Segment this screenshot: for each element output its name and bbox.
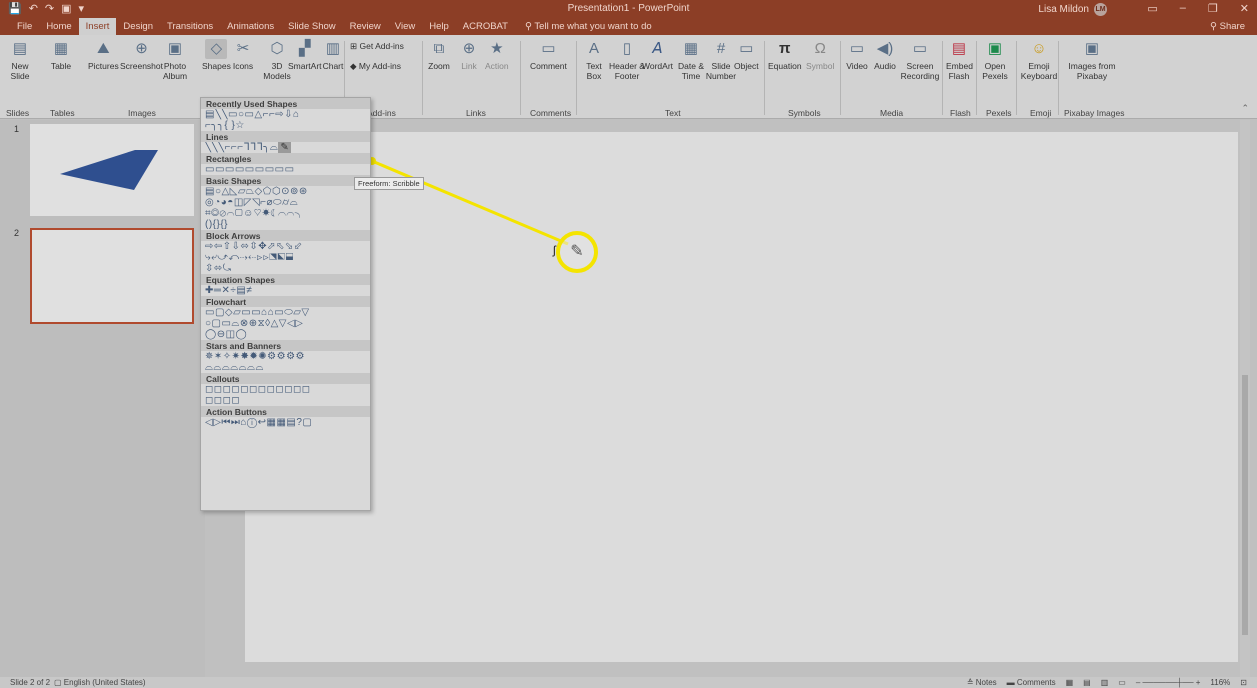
shapes-section-header: Callouts — [201, 373, 370, 384]
shapes-section-header: Basic Shapes — [201, 175, 370, 186]
shape-row[interactable]: ▤╲╲▭○▭△⌐⌐⇨⇩⌂ — [201, 109, 370, 120]
shape-row[interactable]: ⤷⤶⤻⤺⇢⇠⊳⊳⬔⬕⬓ — [201, 252, 370, 263]
shape-row[interactable]: ○▢▭⌓⊗⊕⧖◊△▽◁▷ — [201, 318, 370, 329]
language-indicator[interactable]: ▢ English (United States) — [54, 678, 146, 687]
status-right: ≙ Notes ▬ Comments ▦ ▤ ▥ ▭ – ──────┼── +… — [967, 678, 1247, 687]
slideshow-icon[interactable]: ▭ — [1118, 678, 1126, 687]
shape-row[interactable]: ◯⊖◫◯ — [201, 329, 370, 340]
shape-row[interactable]: ▤○△◺▱⏢◇⬠⬡⊙⊚⊛ — [201, 186, 370, 197]
shape-row[interactable]: ◁▷⏮⏭⌂ⓘ↩▦▦▤?▢ — [201, 417, 370, 428]
reading-view-icon[interactable]: ▥ — [1101, 678, 1109, 687]
highlight-circle: ✎ — [556, 231, 598, 273]
shapes-section-header: Equation Shapes — [201, 274, 370, 285]
freeform-scribble-icon: ✎ — [570, 243, 584, 260]
shapes-section-header: Rectangles — [201, 153, 370, 164]
pencil-cursor-icon: ʃ — [553, 243, 556, 257]
shapes-gallery[interactable]: Recently Used Shapes ▤╲╲▭○▭△⌐⌐⇨⇩⌂ ⌐╮╮{ }☆ L… — [200, 97, 371, 511]
shape-row[interactable]: ╲╲╲⌐⌐⌐ᒣᒣᒣ╮⌓ ✎ — [201, 142, 370, 153]
shape-row[interactable]: ⌗◎⊘⌒▢☺♡☀☾⌒⌒╮ — [201, 208, 370, 219]
shape-row[interactable]: ✵✶✧✷✸✹✺⚙⚙⚙⚙ — [201, 351, 370, 362]
annotation-arrow — [368, 157, 569, 246]
shapes-section-header: Flowchart — [201, 296, 370, 307]
status-bar: Slide 2 of 2 ▢ English (United States) ≙… — [0, 677, 1257, 688]
fit-slide-icon[interactable]: ⊡ — [1240, 678, 1247, 687]
shape-row[interactable]: ◎◔◕◓◫◸◹⌐⌀⬭⌭⌓ — [201, 197, 370, 208]
line-shapes[interactable]: ╲╲╲⌐⌐⌐ᒣᒣᒣ╮⌓ — [205, 142, 278, 153]
shape-row[interactable]: ⇨⇦⇧⇩⬄⇳✥⬀⬁⬂⬃ — [201, 241, 370, 252]
shape-row[interactable]: ⌐╮╮{ }☆ — [201, 120, 370, 131]
normal-view-icon[interactable]: ▦ — [1066, 678, 1074, 687]
notes-button[interactable]: ≙ Notes — [967, 678, 997, 687]
shape-row[interactable]: ⇳⬄⤿ — [201, 263, 370, 274]
shape-row[interactable]: (){}{} — [201, 219, 370, 230]
zoom-slider[interactable]: – ──────┼── + — [1136, 678, 1201, 687]
shape-row[interactable]: ◻◻◻◻ — [201, 395, 370, 406]
shape-tooltip: Freeform: Scribble — [354, 177, 424, 190]
proofing-icon: ▢ — [54, 678, 64, 687]
shape-row[interactable]: ▭▢◇▱▭▭⌂⌂▭⬭▱▽ — [201, 307, 370, 318]
shapes-section-header: Recently Used Shapes — [201, 98, 370, 109]
shapes-section-header: Stars and Banners — [201, 340, 370, 351]
comments-button[interactable]: ▬ Comments — [1007, 678, 1056, 687]
shapes-section-header: Action Buttons — [201, 406, 370, 417]
shape-row[interactable]: ✚═✕÷▤≠ — [201, 285, 370, 296]
shape-row[interactable]: ⌓⌓⌓⌓⌓⌓⌓ — [201, 362, 370, 373]
freeform-scribble-icon[interactable]: ✎ — [278, 142, 292, 153]
shapes-section-header: Block Arrows — [201, 230, 370, 241]
slide-sorter-icon[interactable]: ▤ — [1083, 678, 1091, 687]
shape-row[interactable]: ▭▭▭▭▭▭▭▭▭ — [201, 164, 370, 175]
shape-row[interactable]: ◻◻◻◻◻◻◻◻◻◻◻◻ — [201, 384, 370, 395]
shapes-section-header: Lines — [201, 131, 370, 142]
slide-count: Slide 2 of 2 — [10, 678, 51, 687]
zoom-level[interactable]: 116% — [1210, 678, 1230, 687]
